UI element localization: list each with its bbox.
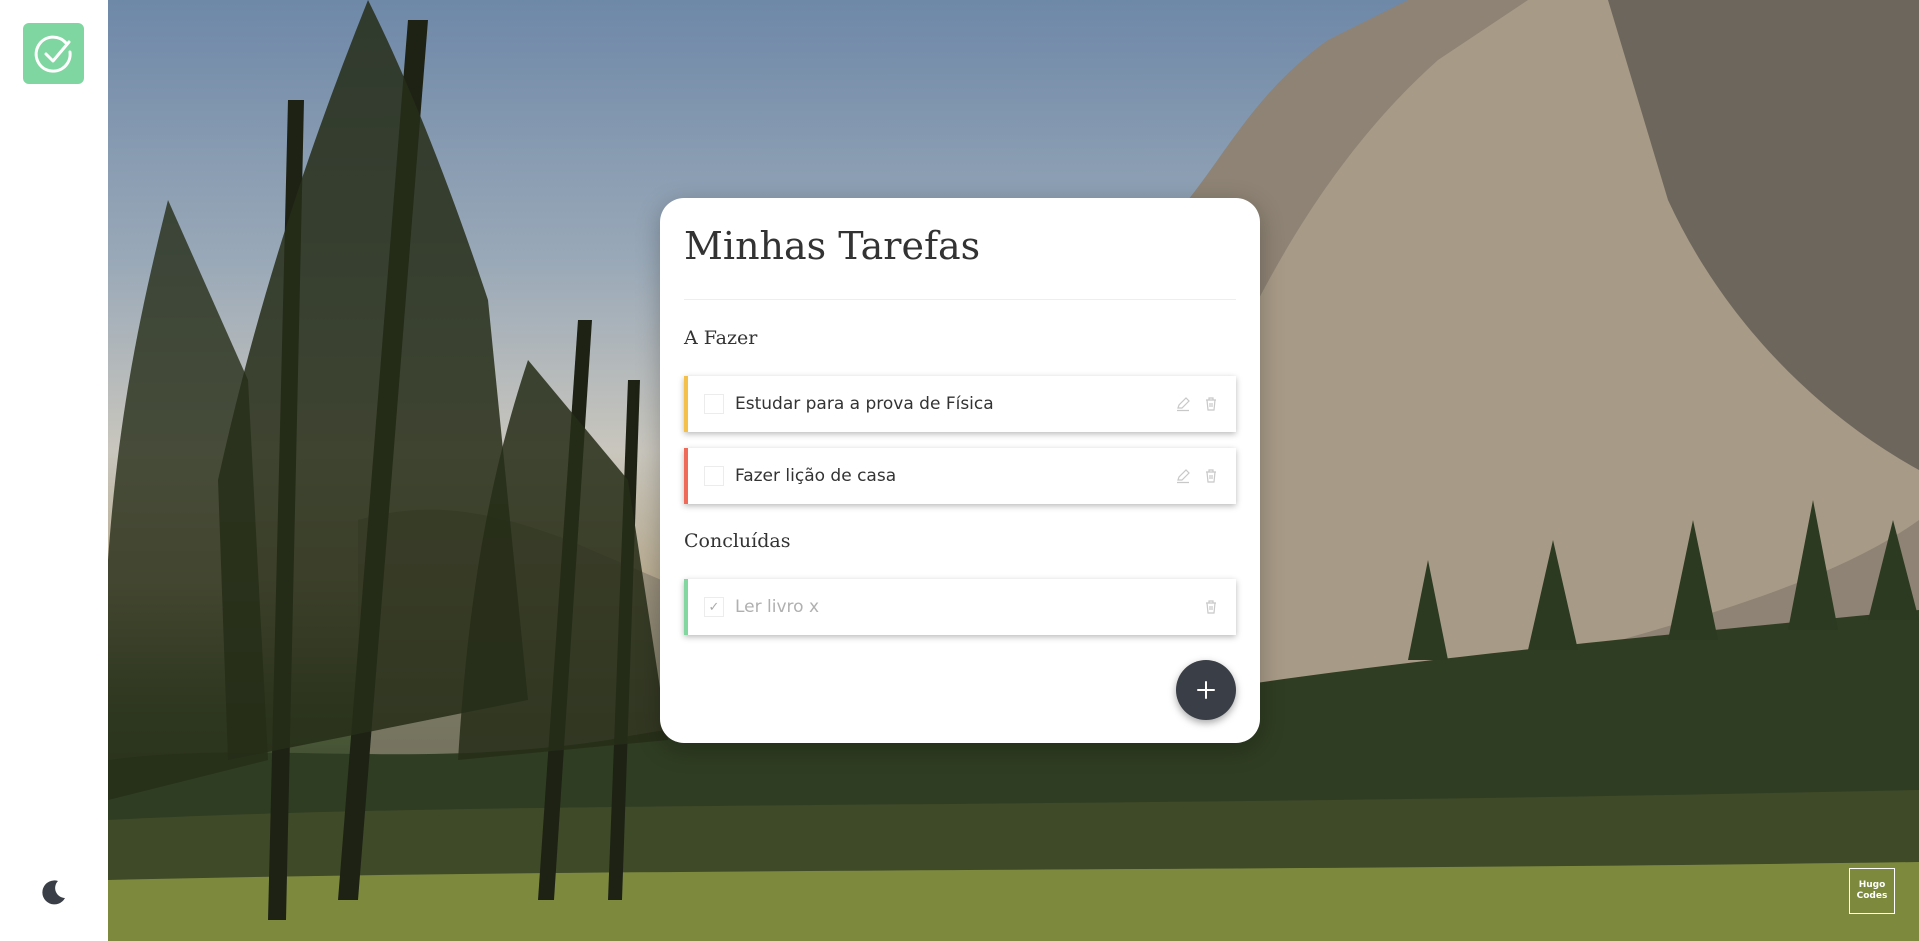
delete-task-button[interactable] (1200, 465, 1222, 487)
check-mark-icon: ✓ (708, 599, 720, 615)
task-item: Estudar para a prova de Física (684, 376, 1236, 432)
badge-line-1: Hugo (1858, 880, 1886, 890)
theme-toggle-button[interactable] (40, 878, 68, 906)
edit-task-button[interactable] (1172, 465, 1194, 487)
task-checkbox[interactable]: ✓ (704, 597, 724, 617)
add-task-button[interactable] (1176, 660, 1236, 720)
section-heading-todo: A Fazer (684, 327, 758, 349)
task-text: Ler livro x (735, 597, 820, 617)
task-checkbox[interactable] (704, 466, 724, 486)
page-title: Minhas Tarefas (684, 224, 981, 268)
trash-icon (1206, 600, 1216, 614)
task-item: Fazer lição de casa (684, 448, 1236, 504)
edit-task-button[interactable] (1172, 393, 1194, 415)
delete-task-button[interactable] (1200, 596, 1222, 618)
moon-icon (42, 880, 65, 905)
task-text: Fazer lição de casa (735, 466, 897, 486)
task-item-completed: ✓ Ler livro x (684, 579, 1236, 635)
check-circle-icon (34, 35, 72, 73)
task-checkbox[interactable] (704, 394, 724, 414)
pencil-icon (1177, 397, 1190, 412)
task-text: Estudar para a prova de Física (735, 394, 994, 414)
section-heading-done: Concluídas (684, 530, 791, 552)
title-divider (684, 299, 1236, 300)
delete-task-button[interactable] (1200, 393, 1222, 415)
hugo-codes-badge[interactable]: Hugo Codes (1849, 868, 1895, 914)
pencil-icon (1177, 469, 1190, 484)
trash-icon (1206, 469, 1216, 483)
tasks-card: Minhas Tarefas A Fazer Estudar para a pr… (660, 198, 1260, 743)
sidebar (0, 0, 109, 941)
plus-icon (1197, 681, 1215, 699)
app-logo[interactable] (23, 23, 84, 84)
badge-line-2: Codes (1856, 891, 1888, 901)
trash-icon (1206, 397, 1216, 411)
